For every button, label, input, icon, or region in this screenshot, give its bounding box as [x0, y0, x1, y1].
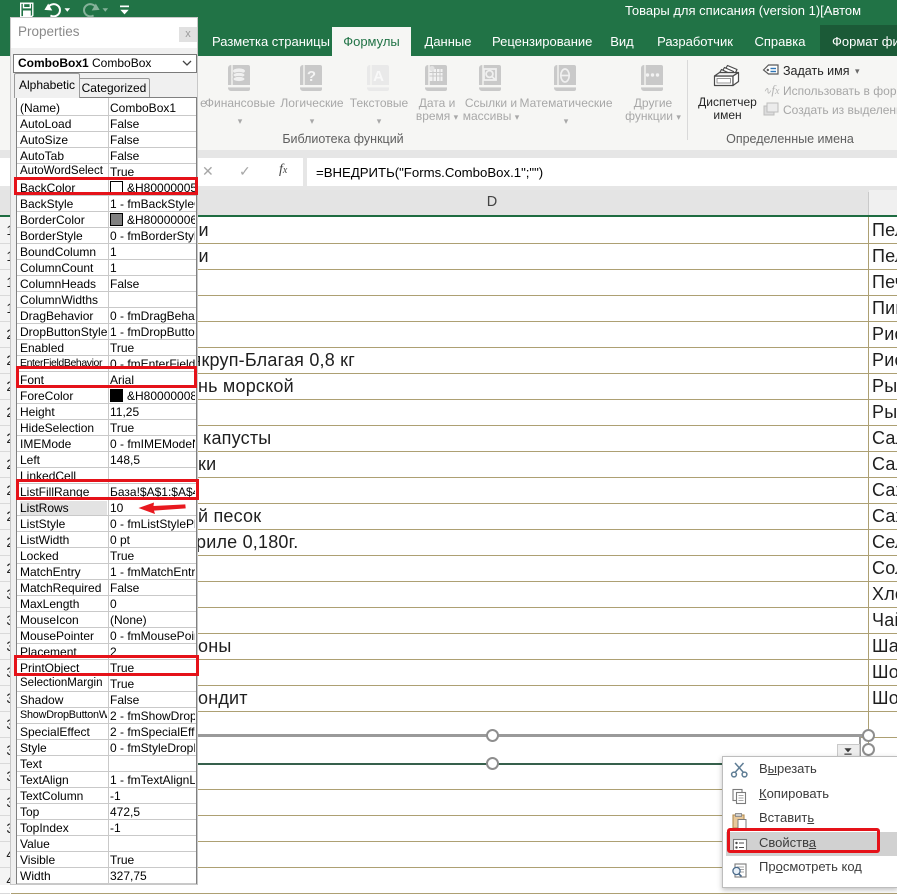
svg-text:?: ?: [307, 68, 316, 85]
svg-text:A: A: [373, 68, 384, 85]
